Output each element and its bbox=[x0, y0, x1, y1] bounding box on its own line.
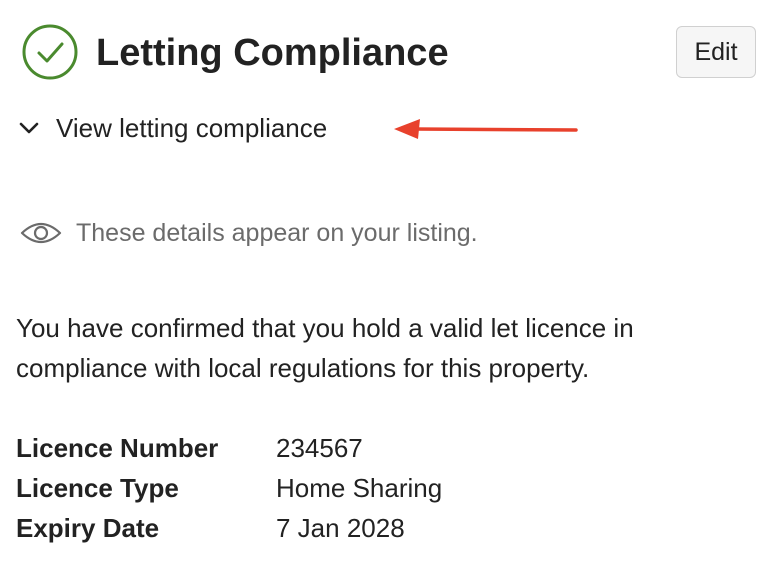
detail-row-licence-type: Licence Type Home Sharing bbox=[16, 468, 442, 508]
visibility-note: These details appear on your listing. bbox=[20, 214, 478, 252]
detail-label: Licence Type bbox=[16, 472, 179, 503]
detail-row-licence-number: Licence Number 234567 bbox=[16, 428, 442, 468]
confirmation-text: You have confirmed that you hold a valid… bbox=[16, 313, 634, 383]
visibility-text: These details appear on your listing. bbox=[76, 218, 478, 247]
annotation-arrow bbox=[394, 119, 578, 139]
chevron-down-icon bbox=[16, 117, 42, 139]
detail-value: 7 Jan 2028 bbox=[276, 512, 405, 543]
licence-details: Licence Number 234567 Licence Type Home … bbox=[16, 428, 442, 548]
page-title: Letting Compliance bbox=[96, 32, 449, 74]
detail-row-expiry-date: Expiry Date 7 Jan 2028 bbox=[16, 508, 442, 548]
eye-icon bbox=[20, 222, 62, 244]
check-circle-icon bbox=[22, 24, 78, 80]
section-header: Letting Compliance Edit bbox=[0, 0, 774, 104]
detail-value: Home Sharing bbox=[276, 472, 443, 503]
view-compliance-label: View letting compliance bbox=[56, 112, 328, 143]
detail-label: Expiry Date bbox=[16, 512, 160, 543]
detail-value: 234567 bbox=[276, 432, 363, 463]
view-compliance-toggle[interactable]: View letting compliance bbox=[16, 108, 327, 148]
detail-label: Licence Number bbox=[16, 432, 219, 463]
edit-button[interactable]: Edit bbox=[676, 26, 756, 78]
